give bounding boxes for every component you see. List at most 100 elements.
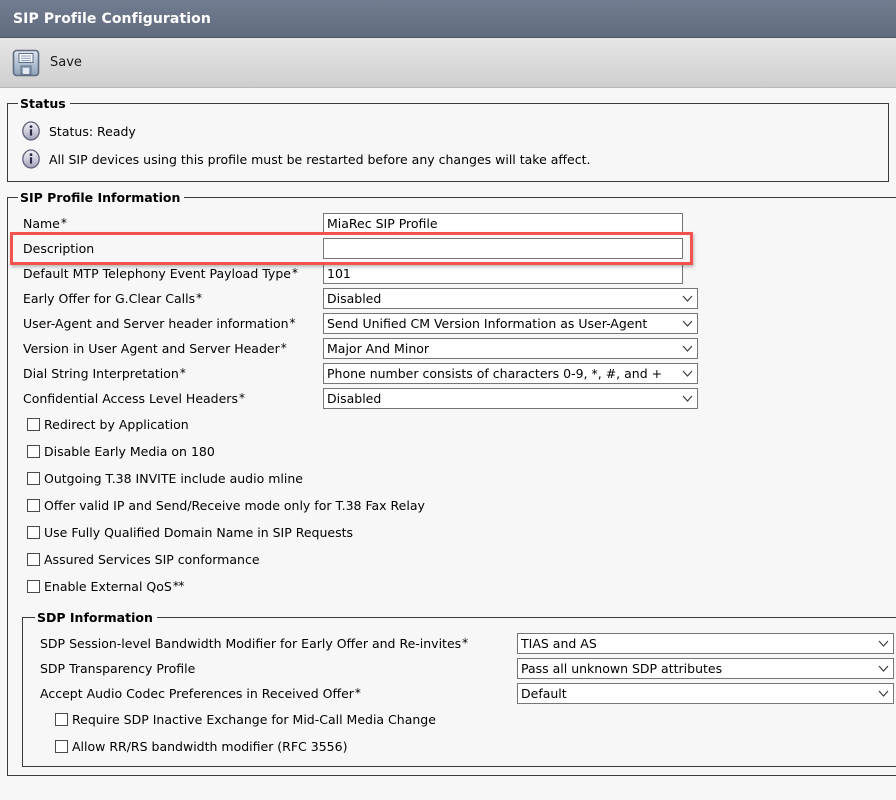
window-title-bar: SIP Profile Configuration: [0, 0, 896, 38]
field-row-dial-string-interpretation: Dial String Interpretation* Phone number…: [16, 361, 896, 386]
status-group-legend: Status: [20, 96, 66, 111]
status-ready-text: Status: Ready: [49, 123, 136, 139]
description-input[interactable]: [323, 238, 683, 259]
floppy-disk-save-icon: [11, 48, 41, 78]
required-marker: *: [462, 636, 468, 650]
checkbox-row-use-fully-qualified-domain-name-in-sip-requests[interactable]: Use Fully Qualified Domain Name in SIP R…: [16, 519, 896, 546]
checkbox-disable-early-media-on-180[interactable]: [27, 445, 40, 458]
sdp-information-group: SDP Information SDP Session-level Bandwi…: [22, 610, 896, 767]
field-row-confidential-access-level-headers: Confidential Access Level Headers* Disab…: [16, 386, 896, 411]
select-value: Send Unified CM Version Information as U…: [327, 316, 648, 331]
chevron-down-icon: [680, 295, 694, 302]
save-button[interactable]: Save: [9, 46, 88, 80]
chevron-down-icon: [680, 320, 694, 327]
field-label-accept-audio-codec-preferences-in-received-offer: Accept Audio Codec Preferences in Receiv…: [40, 686, 361, 701]
info-icon: [21, 149, 41, 169]
default-mtp-telephony-event-payload-type-input[interactable]: 101: [323, 263, 683, 284]
checkbox-allow-rr-rs-bandwidth-modifier[interactable]: [55, 740, 68, 753]
status-group: Status Status: Ready All SIP devices usi…: [7, 96, 889, 182]
field-row-user-agent-server-header-information: User-Agent and Server header information…: [16, 311, 896, 336]
sip-profile-information-group: SIP Profile Information Name* MiaRec SIP…: [7, 190, 896, 776]
status-message-row: All SIP devices using this profile must …: [16, 145, 880, 173]
checkbox-row-assured-services-sip-conformance[interactable]: Assured Services SIP conformance: [16, 546, 896, 573]
required-marker: *: [280, 341, 287, 355]
confidential-access-level-headers-select[interactable]: Disabled: [323, 388, 698, 409]
checkbox-row-allow-rr-rs-bandwidth-modifier[interactable]: Allow RR/RS bandwidth modifier (RFC 3556…: [33, 733, 894, 760]
field-row-description: Description: [16, 236, 896, 261]
checkbox-row-offer-valid-ip-send-receive-mode-t38-fax-relay[interactable]: Offer valid IP and Send/Receive mode onl…: [16, 492, 896, 519]
required-marker: *: [238, 391, 245, 405]
field-row-sdp-transparency-profile: SDP Transparency Profile Pass all unknow…: [33, 656, 894, 681]
page-content: Status Status: Ready All SIP devices usi…: [0, 96, 896, 776]
name-input[interactable]: MiaRec SIP Profile: [323, 213, 683, 234]
field-label-description: Description: [23, 241, 95, 256]
chevron-down-icon: [876, 640, 890, 647]
sdp-transparency-profile-select[interactable]: Pass all unknown SDP attributes: [517, 658, 894, 679]
checkbox-outgoing-t38-invite-include-audio-mline[interactable]: [27, 472, 40, 485]
select-value: Pass all unknown SDP attributes: [521, 661, 723, 676]
checkbox-label-enable-external-qos: Enable External QoS**: [44, 579, 184, 594]
early-offer-gclear-calls-select[interactable]: Disabled: [323, 288, 698, 309]
required-marker: *: [179, 366, 186, 380]
checkbox-row-outgoing-t38-invite-include-audio-mline[interactable]: Outgoing T.38 INVITE include audio mline: [16, 465, 896, 492]
field-label-sdp-transparency-profile: SDP Transparency Profile: [40, 661, 196, 676]
field-label-dial-string-interpretation: Dial String Interpretation*: [23, 366, 186, 381]
checkbox-row-disable-early-media-on-180[interactable]: Disable Early Media on 180: [16, 438, 896, 465]
checkbox-label-redirect-by-application: Redirect by Application: [44, 417, 189, 432]
required-marker: *: [289, 316, 296, 330]
checkbox-redirect-by-application[interactable]: [27, 418, 40, 431]
save-button-label: Save: [50, 55, 82, 70]
required-marker: *: [60, 216, 67, 230]
chevron-down-icon: [680, 370, 694, 377]
user-agent-server-header-information-select[interactable]: Send Unified CM Version Information as U…: [323, 313, 698, 334]
chevron-down-icon: [876, 690, 890, 697]
field-row-early-offer-gclear-calls: Early Offer for G.Clear Calls* Disabled: [16, 286, 896, 311]
checkbox-label-use-fully-qualified-domain-name-in-sip-requests: Use Fully Qualified Domain Name in SIP R…: [44, 525, 354, 540]
sip-profile-information-legend: SIP Profile Information: [20, 190, 181, 205]
select-value: TIAS and AS: [521, 636, 597, 651]
field-label-default-mtp-telephony-event-payload-type: Default MTP Telephony Event Payload Type…: [23, 266, 298, 281]
sdp-session-level-bandwidth-modifier-select[interactable]: TIAS and AS: [517, 633, 894, 654]
checkbox-label-disable-early-media-on-180: Disable Early Media on 180: [44, 444, 215, 459]
status-restart-notice-text: All SIP devices using this profile must …: [49, 151, 591, 167]
status-message-row: Status: Ready: [16, 117, 880, 145]
checkbox-label-outgoing-t38-invite-include-audio-mline: Outgoing T.38 INVITE include audio mline: [44, 471, 303, 486]
checkbox-require-sdp-inactive-exchange-for-mid-call-media-change[interactable]: [55, 713, 68, 726]
field-row-version-in-user-agent-and-server-header: Version in User Agent and Server Header*…: [16, 336, 896, 361]
required-marker: *: [196, 291, 202, 305]
select-value: Major And Minor: [327, 341, 430, 356]
checkbox-row-enable-external-qos[interactable]: Enable External QoS**: [16, 573, 896, 600]
toolbar: Save: [0, 38, 896, 88]
checkbox-label-offer-valid-ip-send-receive-mode-t38-fax-relay: Offer valid IP and Send/Receive mode onl…: [44, 498, 425, 513]
checkbox-row-redirect-by-application[interactable]: Redirect by Application: [16, 411, 896, 438]
select-value: Disabled: [327, 391, 382, 406]
checkbox-offer-valid-ip-send-receive-mode-t38-fax-relay[interactable]: [27, 499, 40, 512]
required-marker: *: [354, 686, 361, 700]
checkbox-use-fully-qualified-domain-name-in-sip-requests[interactable]: [27, 526, 40, 539]
dial-string-interpretation-select[interactable]: Phone number consists of characters 0-9,…: [323, 363, 698, 384]
sdp-information-legend: SDP Information: [37, 610, 153, 625]
field-row-sdp-session-level-bandwidth-modifier: SDP Session-level Bandwidth Modifier for…: [33, 631, 894, 656]
version-in-user-agent-and-server-header-select[interactable]: Major And Minor: [323, 338, 698, 359]
page-title: SIP Profile Configuration: [13, 10, 211, 27]
checkbox-row-require-sdp-inactive-exchange-for-mid-call-media-change[interactable]: Require SDP Inactive Exchange for Mid-Ca…: [33, 706, 894, 733]
checkbox-assured-services-sip-conformance[interactable]: [27, 553, 40, 566]
chevron-down-icon: [680, 345, 694, 352]
double-asterisk-marker: **: [172, 579, 185, 593]
select-value: Phone number consists of characters 0-9,…: [327, 366, 663, 381]
checkbox-label-allow-rr-rs-bandwidth-modifier: Allow RR/RS bandwidth modifier (RFC 3556…: [72, 739, 348, 754]
field-row-name: Name* MiaRec SIP Profile: [16, 211, 896, 236]
field-label-version-in-user-agent-and-server-header: Version in User Agent and Server Header*: [23, 341, 287, 356]
field-row-accept-audio-codec-preferences-in-received-offer: Accept Audio Codec Preferences in Receiv…: [33, 681, 894, 706]
chevron-down-icon: [876, 665, 890, 672]
required-marker: *: [291, 266, 298, 280]
chevron-down-icon: [680, 395, 694, 402]
field-label-name: Name*: [23, 216, 67, 231]
field-label-early-offer-gclear-calls: Early Offer for G.Clear Calls*: [23, 291, 202, 306]
accept-audio-codec-preferences-in-received-offer-select[interactable]: Default: [517, 683, 894, 704]
field-label-sdp-session-level-bandwidth-modifier: SDP Session-level Bandwidth Modifier for…: [40, 636, 468, 651]
field-label-user-agent-server-header-information: User-Agent and Server header information…: [23, 316, 296, 331]
checkbox-enable-external-qos[interactable]: [27, 580, 40, 593]
checkbox-label-require-sdp-inactive-exchange-for-mid-call-media-change: Require SDP Inactive Exchange for Mid-Ca…: [72, 712, 436, 727]
checkbox-label-assured-services-sip-conformance: Assured Services SIP conformance: [44, 552, 260, 567]
